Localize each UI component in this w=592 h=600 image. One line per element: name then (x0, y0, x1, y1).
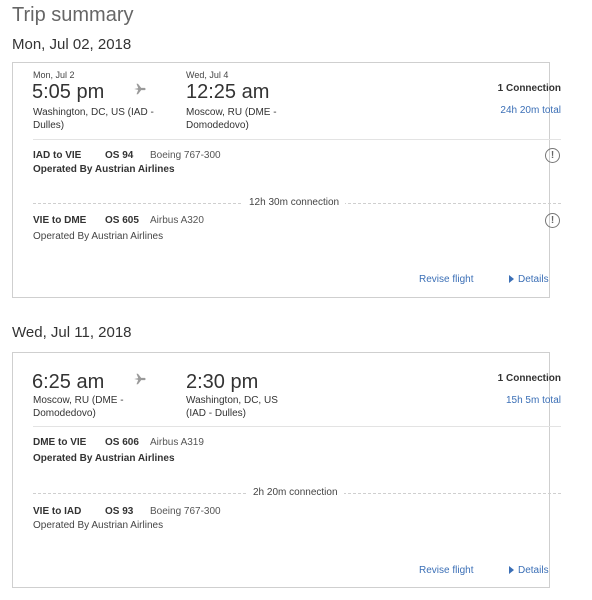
trip-1-total-duration: 24h 20m total (500, 105, 561, 116)
trip-1-depart-date: Mon, Jul 2 (33, 70, 75, 80)
trip-2-arrive-place: Washington, DC, US (IAD - Dulles) (186, 394, 278, 420)
trip-2-depart-place: Moscow, RU (DME - Domodedovo) (33, 394, 124, 420)
trip-2-segment-1-flight: OS 606 (105, 437, 139, 448)
trip-2-details-link[interactable]: Details (509, 565, 549, 576)
trip-1-depart-place: Washington, DC, US (IAD - Dulles) (33, 106, 154, 132)
trip-1-depart-place-line2: Dulles) (33, 120, 65, 131)
trip-1-details-link[interactable]: Details (509, 274, 549, 285)
trip-1-segment-1-aircraft: Boeing 767-300 (150, 150, 221, 161)
trip-2-segment-2-aircraft: Boeing 767-300 (150, 506, 221, 517)
trip-1-details-label: Details (518, 274, 549, 285)
trip-2-revise-flight-link[interactable]: Revise flight (419, 565, 473, 576)
trip-1-connection-count: 1 Connection (497, 83, 561, 94)
trip-1-connection-time: 12h 30m connection (243, 197, 346, 208)
trip-1-arrive-place-line2: Domodedovo) (186, 120, 249, 131)
trip-2-details-label: Details (518, 565, 549, 576)
trip-2-connection-time: 2h 20m connection (247, 487, 344, 498)
trip-2-segment-1-route: DME to VIE (33, 437, 87, 448)
trip-2-segment-2-route: VIE to IAD (33, 506, 82, 517)
trip-2-depart-place-line1: Moscow, RU (DME - (33, 395, 124, 406)
trip-2-segment-2-operator: Operated By Austrian Airlines (33, 520, 164, 531)
trip-1-segment-1-operator: Operated By Austrian Airlines (33, 164, 175, 175)
trip-1-segment-1-flight: OS 94 (105, 150, 134, 161)
trip-1-depart-place-line1: Washington, DC, US (IAD - (33, 107, 154, 118)
trip-2-arrive-place-line2: (IAD - Dulles) (186, 408, 247, 419)
trip-2-total-duration: 15h 5m total (505, 395, 561, 406)
trip-1-revise-flight-link[interactable]: Revise flight (419, 274, 473, 285)
trip-1-arrive-time: 12:25 am (186, 81, 270, 103)
trip-1-card: Mon, Jul 2 5:05 pm Washington, DC, US (I… (12, 62, 561, 298)
trip-2-connection-count: 1 Connection (497, 373, 561, 384)
trip-1-segment-2-operator: Operated By Austrian Airlines (33, 231, 164, 242)
trip-2-arrive-time: 2:30 pm (186, 371, 259, 393)
trip-2-segment-2-flight: OS 93 (105, 506, 134, 517)
trip-2-arrive-place-line1: Washington, DC, US (186, 395, 278, 406)
trip-1-segment-2-flight: OS 605 (105, 215, 139, 226)
trip-1-segment-2-route: VIE to DME (33, 215, 87, 226)
trip-2-segment-1-aircraft: Airbus A319 (150, 437, 204, 448)
info-alert-icon[interactable]: ! (545, 213, 560, 228)
airplane-icon (134, 373, 146, 385)
trip-2-segment-1-operator: Operated By Austrian Airlines (33, 453, 175, 464)
trip-2-depart-time: 6:25 am (32, 371, 105, 393)
trip-1-divider (33, 139, 561, 140)
trip-1-segment-1-route: IAD to VIE (33, 150, 82, 161)
triangle-right-icon (509, 275, 514, 284)
trip-2-divider (33, 426, 561, 427)
page-title: Trip summary (12, 4, 134, 26)
trip-1-date-heading: Mon, Jul 02, 2018 (12, 36, 132, 53)
trip-1-arrive-place: Moscow, RU (DME - Domodedovo) (186, 106, 277, 132)
trip-1-arrive-date: Wed, Jul 4 (186, 70, 229, 80)
trip-1-segment-2-aircraft: Airbus A320 (150, 215, 204, 226)
trip-2-card: 6:25 am Moscow, RU (DME - Domodedovo) 2:… (12, 352, 561, 588)
info-alert-icon[interactable]: ! (545, 148, 560, 163)
trip-1-arrive-place-line1: Moscow, RU (DME - (186, 107, 277, 118)
trip-2-depart-place-line2: Domodedovo) (33, 408, 96, 419)
trip-1-depart-time: 5:05 pm (32, 81, 105, 103)
airplane-icon (134, 83, 146, 95)
trip-2-date-heading: Wed, Jul 11, 2018 (12, 324, 132, 341)
triangle-right-icon (509, 566, 514, 575)
